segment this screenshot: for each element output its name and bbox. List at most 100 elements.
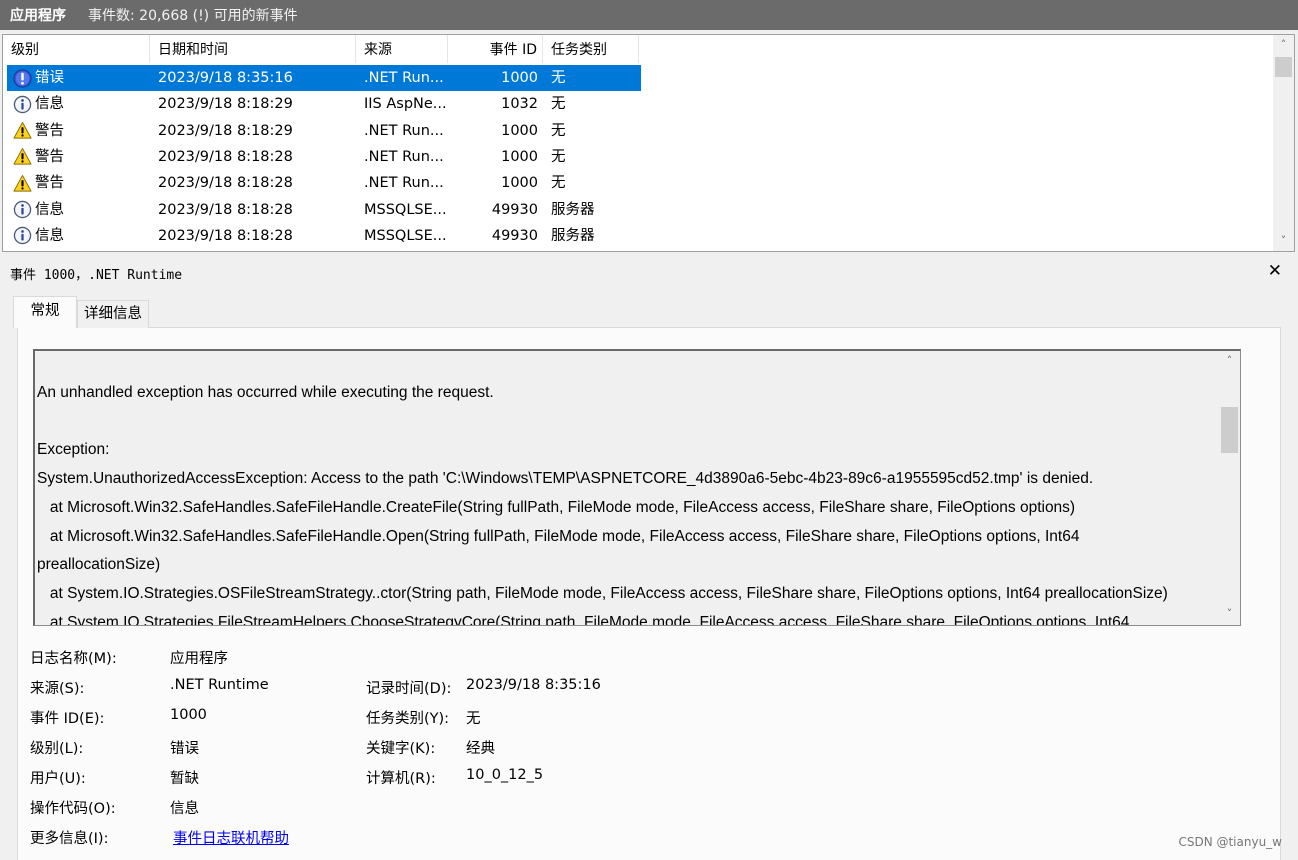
warning-icon (13, 147, 32, 166)
detail-header: 事件 1000，.NET Runtime ✕ (0, 258, 1298, 286)
cell-event-id: 49930 (491, 227, 538, 244)
column-header-source[interactable]: 来源 (356, 35, 448, 63)
cell-event-id: 1000 (501, 70, 538, 86)
label-level: 级别(L): (30, 741, 84, 757)
column-header-event-id[interactable]: 事件 ID (448, 35, 543, 63)
cell-task: 无 (551, 148, 566, 165)
cell-level: 警告 (13, 118, 153, 144)
value-log-name: 应用程序 (170, 651, 228, 667)
value-event-id: 1000 (170, 707, 207, 723)
close-icon[interactable]: ✕ (1268, 261, 1282, 281)
cell-source: .NET Run... (364, 70, 444, 86)
level-text: 信息 (35, 201, 64, 218)
cell-date: 2023/9/18 8:18:28 (158, 148, 293, 165)
message-line: Exception: (37, 441, 110, 459)
cell-event-id: 1000 (501, 175, 538, 192)
cell-event-id: 1032 (501, 96, 538, 113)
value-task: 无 (466, 711, 481, 727)
cell-task: 无 (551, 175, 566, 192)
watermark: CSDN @tianyu_w (1178, 835, 1282, 849)
message-line: System.UnauthorizedAccessException: Acce… (37, 470, 1094, 488)
cell-level: 信息 (13, 91, 153, 117)
value-opcode: 信息 (170, 801, 199, 817)
cell-date: 2023/9/18 8:18:29 (158, 96, 293, 113)
scroll-up-icon[interactable]: ˄ (1219, 351, 1240, 371)
column-header-task[interactable]: 任务类别 (543, 35, 639, 63)
message-line: at Microsoft.Win32.SafeHandles.SafeFileH… (37, 498, 1076, 516)
more-info-link[interactable]: 事件日志联机帮助 (173, 827, 289, 848)
message-line: at System.IO.Strategies.OSFileStreamStra… (37, 584, 1168, 602)
label-more-info: 更多信息(I): (30, 831, 109, 847)
log-title: 应用程序 (10, 8, 66, 24)
table-row[interactable]: 警告 2023/9/18 8:18:29 .NET Run... 1000 无 (7, 118, 641, 144)
cell-level: 信息 (13, 197, 153, 223)
scroll-down-icon[interactable]: ˅ (1273, 231, 1294, 251)
level-text: 信息 (35, 96, 64, 113)
table-row[interactable]: 信息 2023/9/18 8:18:29 IIS AspNe... 1032 无 (7, 91, 641, 117)
cell-task: 无 (551, 96, 566, 113)
cell-source: .NET Run... (364, 148, 444, 165)
value-computer: 10_0_12_5 (466, 767, 544, 783)
event-count: 事件数: 20,668 (!) 可用的新事件 (88, 8, 298, 24)
cell-date: 2023/9/18 8:18:28 (158, 175, 293, 192)
cell-source: IIS AspNe... (364, 96, 447, 113)
event-message-box[interactable]: An unhandled exception has occurred whil… (33, 349, 1241, 626)
label-log-name: 日志名称(M): (30, 651, 117, 667)
level-text: 警告 (35, 148, 64, 165)
value-source: .NET Runtime (170, 677, 269, 693)
table-row[interactable]: 警告 2023/9/18 8:18:28 .NET Run... 1000 无 (7, 144, 641, 170)
label-source: 来源(S): (30, 681, 85, 697)
scroll-thumb[interactable] (1275, 57, 1292, 77)
message-line: preallocationSize) (37, 556, 161, 574)
label-user: 用户(U): (30, 771, 86, 787)
cell-date: 2023/9/18 8:18:29 (158, 122, 293, 139)
cell-event-id: 1000 (501, 122, 538, 139)
label-computer: 计算机(R): (366, 771, 436, 787)
value-level: 错误 (170, 741, 199, 757)
scroll-thumb[interactable] (1221, 407, 1238, 453)
value-logged: 2023/9/18 8:35:16 (466, 677, 601, 693)
warning-icon (13, 121, 32, 140)
value-keywords: 经典 (466, 741, 495, 757)
table-row[interactable]: 错误 2023/9/18 8:35:16 .NET Run... 1000 无 (7, 65, 641, 91)
scroll-down-icon[interactable]: ˅ (1219, 604, 1240, 624)
message-scrollbar[interactable]: ˄ ˅ (1219, 351, 1240, 625)
warning-icon (13, 174, 32, 193)
cell-date: 2023/9/18 8:35:16 (158, 70, 293, 86)
event-list[interactable]: 级别 日期和时间 来源 事件 ID 任务类别 错误 2023/9/18 8:35:… (2, 34, 1295, 252)
cell-source: MSSQLSE... (364, 227, 447, 244)
cell-date: 2023/9/18 8:18:28 (158, 201, 293, 218)
cell-date: 2023/9/18 8:18:28 (158, 227, 293, 244)
detail-title: 事件 1000，.NET Runtime (10, 268, 183, 283)
list-scrollbar[interactable]: ˄ ˅ (1273, 35, 1294, 251)
tab-general[interactable]: 常规 (13, 296, 77, 328)
cell-source: .NET Run... (364, 122, 444, 139)
message-line: at System.IO.Strategies.FileStreamHelper… (37, 613, 1130, 626)
message-line: at Microsoft.Win32.SafeHandles.SafeFileH… (37, 527, 1080, 545)
message-line (37, 408, 1217, 437)
cell-level: 错误 (13, 65, 153, 91)
level-text: 警告 (35, 122, 64, 139)
tab-details[interactable]: 详细信息 (77, 300, 149, 328)
label-event-id: 事件 ID(E): (30, 711, 105, 727)
label-opcode: 操作代码(O): (30, 801, 116, 817)
cell-level: 警告 (13, 144, 153, 170)
cell-level: 信息 (13, 223, 153, 249)
table-row[interactable]: 警告 2023/9/18 8:18:28 .NET Run... 1000 无 (7, 170, 641, 196)
cell-event-id: 1000 (501, 148, 538, 165)
title-bar: 应用程序 事件数: 20,668 (!) 可用的新事件 (0, 0, 1298, 30)
cell-task: 服务器 (551, 201, 595, 218)
column-header-level[interactable]: 级别 (3, 35, 150, 63)
cell-task: 无 (551, 70, 566, 86)
level-text: 错误 (35, 70, 64, 86)
table-row[interactable]: 信息 2023/9/18 8:18:28 MSSQLSE... 49930 服务器 (7, 223, 641, 249)
cell-source: .NET Run... (364, 175, 444, 192)
info-icon (13, 226, 32, 245)
table-row[interactable]: 信息 2023/9/18 8:18:28 MSSQLSE... 49930 服务器 (7, 197, 641, 223)
cell-task: 服务器 (551, 227, 595, 244)
scroll-up-icon[interactable]: ˄ (1273, 35, 1294, 55)
error-icon (13, 68, 32, 88)
label-task: 任务类别(Y): (366, 711, 450, 727)
label-keywords: 关键字(K): (366, 741, 436, 757)
column-header-date[interactable]: 日期和时间 (150, 35, 356, 63)
